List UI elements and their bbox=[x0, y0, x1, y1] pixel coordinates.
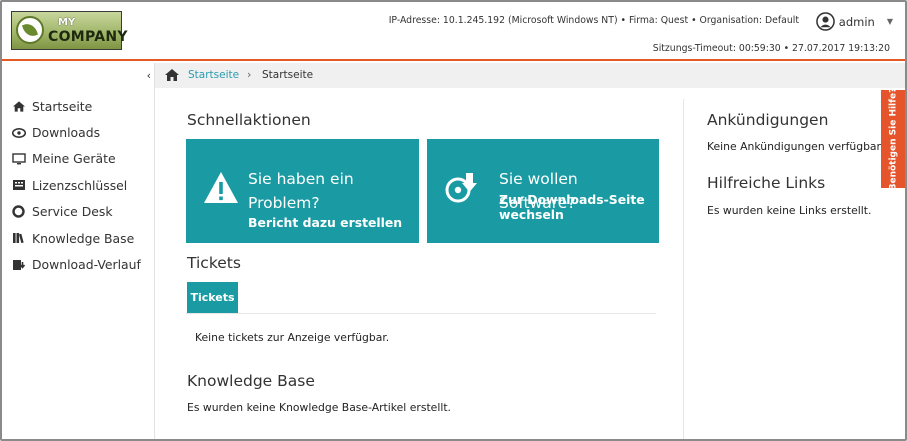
sidebar-nav: Startseite Downloads Meine Geräte Lizenz… bbox=[11, 93, 141, 278]
breadcrumb: Startseite › Startseite bbox=[155, 63, 905, 88]
sidebar-item-label: Startseite bbox=[32, 98, 93, 114]
books-icon bbox=[11, 232, 26, 245]
sidebar-item-knowledge-base[interactable]: Knowledge Base bbox=[11, 225, 141, 251]
tile-title: Sie haben ein Problem? bbox=[248, 167, 354, 215]
quick-actions-heading: Schnellaktionen bbox=[187, 111, 311, 129]
tickets-empty-message: Keine tickets zur Anzeige verfügbar. bbox=[195, 331, 390, 344]
tile-subtitle-line1: Zur Downloads-Seite bbox=[499, 192, 645, 207]
main-content: Schnellaktionen Sie haben ein Problem? B… bbox=[155, 88, 683, 439]
company-logo[interactable]: MY COMPANY bbox=[11, 11, 128, 50]
sidebar-item-downloads[interactable]: Downloads bbox=[11, 119, 141, 145]
announcements-empty-message: Keine Ankündigungen verfügbar. bbox=[707, 140, 884, 153]
sidebar-item-label: Downloads bbox=[32, 125, 101, 141]
help-tab[interactable]: Benötigen Sie Hilfe? bbox=[881, 87, 905, 191]
report-problem-tile[interactable]: Sie haben ein Problem? Bericht dazu erst… bbox=[186, 139, 419, 243]
logo-line2: COMPANY bbox=[48, 29, 128, 45]
logo-line1: MY bbox=[58, 17, 76, 28]
session-timeout: Sitzungs-Timeout: 00:59:30 • 27.07.2017 … bbox=[652, 43, 890, 54]
sidebar: ‹ Startseite Downloads Meine Geräte Lize… bbox=[2, 63, 155, 439]
helpful-links-heading: Hilfreiche Links bbox=[707, 174, 826, 192]
download-history-icon bbox=[11, 258, 26, 271]
tickets-heading: Tickets bbox=[187, 254, 241, 272]
user-avatar-icon bbox=[815, 12, 835, 31]
tile-subtitle: Zur Downloads-Seite wechseln bbox=[499, 192, 645, 222]
home-icon bbox=[11, 100, 26, 113]
get-software-tile[interactable]: Sie wollen Software? Zur Downloads-Seite… bbox=[427, 139, 659, 243]
sidebar-item-startseite[interactable]: Startseite bbox=[11, 93, 141, 119]
tab-tickets[interactable]: Tickets bbox=[187, 282, 238, 313]
tile-title-line1: Sie haben ein bbox=[248, 170, 354, 188]
tile-title-line2: Problem? bbox=[248, 194, 320, 212]
breadcrumb-separator: › bbox=[247, 68, 252, 81]
sidebar-item-lizenzschluessel[interactable]: Lizenzschlüssel bbox=[11, 172, 141, 198]
sidebar-item-label: Knowledge Base bbox=[32, 230, 135, 246]
knowledge-base-heading: Knowledge Base bbox=[187, 372, 315, 390]
tile-subtitle: Bericht dazu erstellen bbox=[248, 215, 403, 230]
session-info: IP-Adresse: 10.1.245.192 (Microsoft Wind… bbox=[388, 15, 799, 26]
top-header: MY COMPANY IP-Adresse: 10.1.245.192 (Mic… bbox=[2, 2, 905, 61]
announcements-heading: Ankündigungen bbox=[707, 111, 829, 129]
disc-download-icon bbox=[445, 173, 477, 203]
help-tab-label: Benötigen Sie Hilfe? bbox=[888, 87, 898, 191]
monitor-icon bbox=[11, 152, 26, 165]
sidebar-item-label: Lizenzschlüssel bbox=[32, 177, 128, 193]
home-icon[interactable] bbox=[165, 69, 179, 81]
leaf-logo-icon bbox=[16, 16, 44, 44]
collapse-sidebar-icon[interactable]: ‹ bbox=[147, 69, 151, 82]
disc-icon bbox=[11, 126, 26, 139]
user-menu[interactable]: admin ▼ bbox=[815, 12, 893, 31]
helpful-links-empty-message: Es wurden keine Links erstellt. bbox=[707, 204, 872, 217]
sidebar-item-download-verlauf[interactable]: Download-Verlauf bbox=[11, 251, 141, 277]
tickets-tabbar: Tickets bbox=[186, 282, 656, 314]
sidebar-item-meine-geraete[interactable]: Meine Geräte bbox=[11, 146, 141, 172]
lifebuoy-icon bbox=[11, 205, 26, 218]
sidebar-item-label: Download-Verlauf bbox=[32, 257, 141, 273]
right-column: Ankündigungen Keine Ankündigungen verfüg… bbox=[683, 99, 883, 439]
user-name: admin bbox=[838, 14, 875, 29]
breadcrumb-link-home[interactable]: Startseite bbox=[188, 69, 239, 81]
tile-subtitle-line2: wechseln bbox=[499, 207, 564, 222]
keyboard-icon bbox=[11, 179, 26, 192]
sidebar-item-label: Meine Geräte bbox=[32, 151, 116, 167]
warning-icon bbox=[204, 172, 238, 203]
sidebar-item-label: Service Desk bbox=[32, 204, 113, 220]
chevron-down-icon: ▼ bbox=[886, 17, 893, 26]
sidebar-item-service-desk[interactable]: Service Desk bbox=[11, 199, 141, 225]
logo-text: MY COMPANY bbox=[48, 16, 128, 44]
knowledge-base-empty-message: Es wurden keine Knowledge Base-Artikel e… bbox=[187, 401, 451, 414]
breadcrumb-current: Startseite bbox=[262, 69, 314, 81]
